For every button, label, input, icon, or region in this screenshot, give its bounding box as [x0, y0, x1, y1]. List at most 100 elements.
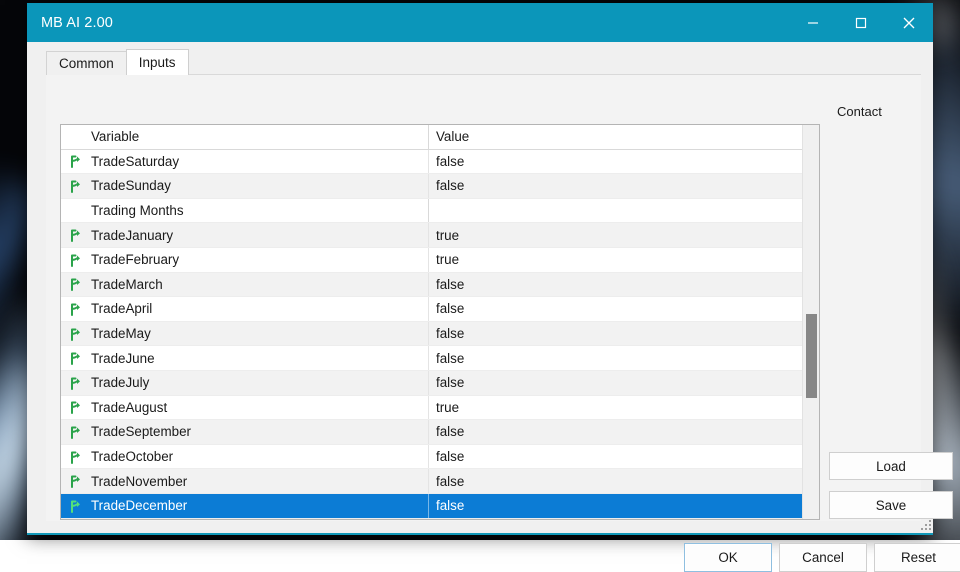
- variable-name: TradeDecember: [91, 498, 187, 513]
- cell-variable: TradeJune: [61, 346, 429, 370]
- input-arrow-icon: [68, 399, 84, 415]
- cancel-button-label: Cancel: [802, 550, 844, 565]
- close-icon: [902, 16, 916, 30]
- ok-button[interactable]: OK: [684, 543, 772, 572]
- variable-name: TradeJuly: [91, 375, 149, 390]
- input-arrow-icon: [68, 252, 84, 268]
- inputs-grid-rows: Variable Value TradeSaturdayfalseTradeSu…: [61, 125, 802, 519]
- variable-name: TradeAugust: [91, 400, 167, 415]
- variable-name: Trading Months: [91, 203, 184, 218]
- maximize-button[interactable]: [837, 3, 885, 42]
- cell-variable: TradeOctober: [61, 445, 429, 469]
- grid-vertical-scrollbar[interactable]: [802, 125, 819, 519]
- cell-value[interactable]: false: [429, 424, 802, 439]
- variable-name: TradeOctober: [91, 449, 173, 464]
- grid-scrollbar-thumb[interactable]: [806, 314, 817, 398]
- cell-value[interactable]: false: [429, 474, 802, 489]
- cell-variable: TradeJuly: [61, 371, 429, 395]
- cell-value[interactable]: false: [429, 178, 802, 193]
- grid-header-variable: Variable: [61, 125, 429, 149]
- cell-variable: TradeMarch: [61, 273, 429, 297]
- table-row[interactable]: TradeAugust true: [61, 396, 802, 421]
- cell-variable: TradeApril: [61, 297, 429, 321]
- reset-button-label: Reset: [901, 550, 936, 565]
- grid-header-variable-label: Variable: [91, 129, 139, 144]
- tab-inputs[interactable]: Inputs: [126, 49, 189, 75]
- window-controls: [789, 3, 933, 42]
- load-button-label: Load: [876, 459, 906, 474]
- table-row[interactable]: TradeOctober false: [61, 445, 802, 470]
- input-arrow-icon: [68, 276, 84, 292]
- resize-grip[interactable]: [918, 517, 931, 530]
- grid-header-value-label: Value: [429, 129, 802, 144]
- table-row[interactable]: TradeApril false: [61, 297, 802, 322]
- table-row[interactable]: TradeNovember false: [61, 469, 802, 494]
- dialog-body: Common Inputs Contact Variable Value: [27, 42, 933, 533]
- cell-value[interactable]: true: [429, 252, 802, 267]
- variable-name: TradeNovember: [91, 474, 187, 489]
- cell-variable: Trading Months: [61, 199, 429, 223]
- cell-variable: TradeNovember: [61, 469, 429, 493]
- table-row[interactable]: TradeMarch false: [61, 273, 802, 298]
- cancel-button[interactable]: Cancel: [779, 543, 867, 572]
- table-row[interactable]: TradeMay false: [61, 322, 802, 347]
- variable-name: TradeSunday: [91, 178, 171, 193]
- window-titlebar: MB AI 2.00: [27, 3, 933, 42]
- table-row[interactable]: TradeDecember false: [61, 494, 802, 519]
- cell-variable: TradeDecember: [61, 494, 429, 518]
- variable-name: TradeMay: [91, 326, 151, 341]
- input-arrow-icon: [68, 227, 84, 243]
- table-row[interactable]: Trading Months: [61, 199, 802, 224]
- table-row[interactable]: TradeSeptemberfalse: [61, 420, 802, 445]
- cell-variable: TradeFebruary: [61, 248, 429, 272]
- ok-button-label: OK: [718, 550, 737, 565]
- inputs-grid: Variable Value TradeSaturdayfalseTradeSu…: [60, 124, 820, 520]
- minimize-icon: [807, 17, 819, 29]
- cell-value[interactable]: true: [429, 228, 802, 243]
- reset-button[interactable]: Reset: [874, 543, 960, 572]
- variable-name: TradeFebruary: [91, 252, 179, 267]
- minimize-button[interactable]: [789, 3, 837, 42]
- cell-value[interactable]: false: [429, 449, 802, 464]
- save-button-label: Save: [876, 498, 907, 513]
- table-row[interactable]: TradeJunefalse: [61, 346, 802, 371]
- grid-body: TradeSaturday false TradeSunday false Tradin…: [61, 150, 802, 519]
- input-arrow-icon: [68, 449, 84, 465]
- input-arrow-icon: [68, 178, 84, 194]
- cell-value[interactable]: false: [429, 326, 802, 341]
- table-row[interactable]: TradeJanuary true: [61, 223, 802, 248]
- cell-variable: TradeMay: [61, 322, 429, 346]
- input-arrow-icon: [68, 350, 84, 366]
- cell-value[interactable]: false: [429, 154, 802, 169]
- variable-name: TradeMarch: [91, 277, 163, 292]
- load-button[interactable]: Load: [829, 452, 953, 480]
- table-row[interactable]: TradeJuly false: [61, 371, 802, 396]
- tabstrip: Common Inputs: [46, 49, 188, 75]
- table-row[interactable]: TradeSaturday false: [61, 150, 802, 175]
- save-button[interactable]: Save: [829, 491, 953, 519]
- variable-name: TradeApril: [91, 301, 152, 316]
- cell-variable: TradeJanuary: [61, 223, 429, 247]
- cell-value[interactable]: false: [429, 301, 802, 316]
- contact-label: Contact: [837, 104, 882, 119]
- cell-value[interactable]: false: [429, 498, 802, 513]
- variable-name: TradeSaturday: [91, 154, 179, 169]
- grid-header-row: Variable Value: [61, 125, 802, 150]
- expert-properties-dialog: MB AI 2.00: [27, 3, 933, 535]
- input-arrow-icon: [68, 498, 84, 514]
- cell-value[interactable]: true: [429, 400, 802, 415]
- cell-value[interactable]: false: [429, 351, 802, 366]
- input-arrow-icon: [68, 473, 84, 489]
- cell-variable: TradeAugust: [61, 396, 429, 420]
- table-row[interactable]: TradeFebruary true: [61, 248, 802, 273]
- table-row[interactable]: TradeSunday false: [61, 174, 802, 199]
- cell-value[interactable]: false: [429, 375, 802, 390]
- input-arrow-icon: [68, 326, 84, 342]
- tab-common[interactable]: Common: [46, 51, 127, 75]
- input-arrow-icon: [68, 301, 84, 317]
- cell-variable: TradeSeptember: [61, 420, 429, 444]
- tab-inputs-label: Inputs: [139, 55, 176, 70]
- variable-name: TradeJanuary: [91, 228, 173, 243]
- cell-value[interactable]: false: [429, 277, 802, 292]
- close-button[interactable]: [885, 3, 933, 42]
